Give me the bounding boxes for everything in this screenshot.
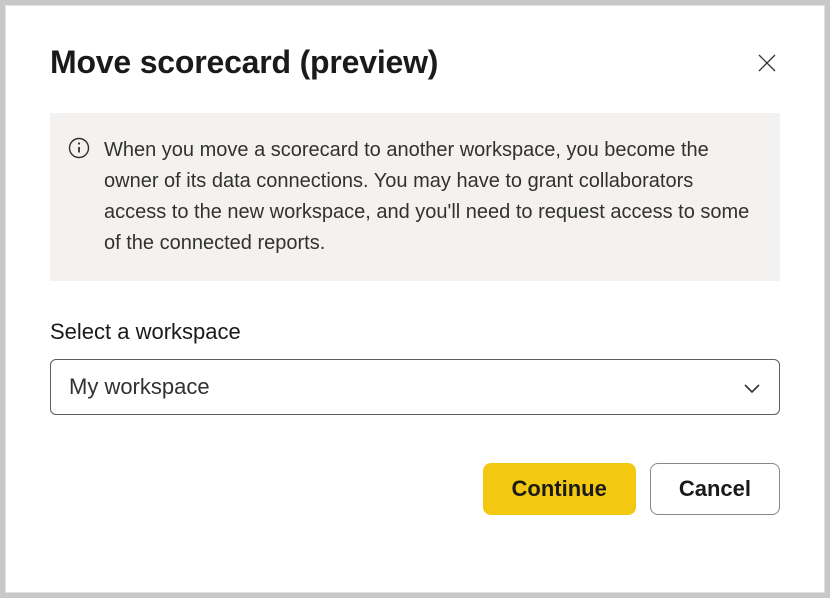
workspace-label: Select a workspace [50, 319, 780, 345]
close-icon [758, 54, 776, 72]
info-message: When you move a scorecard to another wor… [104, 135, 754, 259]
move-scorecard-dialog: Move scorecard (preview) When you move a… [5, 5, 825, 593]
workspace-dropdown[interactable]: My workspace [50, 359, 780, 415]
continue-button[interactable]: Continue [483, 463, 636, 515]
dialog-header: Move scorecard (preview) [50, 44, 780, 81]
info-icon [68, 135, 90, 164]
cancel-button[interactable]: Cancel [650, 463, 780, 515]
dialog-title: Move scorecard (preview) [50, 44, 438, 81]
info-banner: When you move a scorecard to another wor… [50, 113, 780, 281]
chevron-down-icon [743, 374, 761, 400]
dialog-footer: Continue Cancel [50, 463, 780, 515]
workspace-selected-value: My workspace [69, 374, 210, 400]
close-button[interactable] [754, 50, 780, 80]
